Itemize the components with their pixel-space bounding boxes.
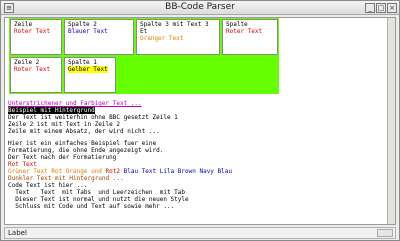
table-cell: Zeile Roter Text: [10, 19, 62, 55]
cell-text: Roter Text: [226, 28, 263, 35]
cell-text: Oranger Text: [140, 35, 184, 42]
table-cell: Spalte 3 mit Text 3 Et Oranger Text: [136, 19, 220, 55]
cell-title: Spalte 1: [68, 59, 97, 66]
cell-title: Zeile: [14, 21, 33, 28]
close-icon[interactable]: ×: [387, 3, 397, 13]
text-line: Text Text mit Tabs und Leerzeichen mit T…: [8, 189, 186, 196]
cell-text: Gelber Text: [68, 66, 108, 73]
text-lines: Unterstrichener und Farbiger Text ... Be…: [8, 100, 392, 210]
text-line: Dunkler Text mit Hintergrund ...: [8, 175, 124, 182]
maximize-icon[interactable]: □: [376, 3, 386, 13]
cell-text: Blauer Text: [68, 28, 108, 35]
cell-title: Spalte 3 mit Text 3 Et: [140, 21, 209, 35]
text-line: Zeile 2 ist mit Text in Zeile 2: [8, 121, 120, 128]
text-view[interactable]: Zeile Roter Text Spalte 2 Blauer Text Sp…: [4, 17, 396, 225]
text-line: Zeile mit einem Absatz, der wird nicht .…: [8, 128, 160, 135]
text-line: Der Text ist weiterhin ohne BBC gesetzt …: [8, 114, 178, 121]
status-bar: Label: [4, 227, 396, 239]
text-line: Unterstrichener und Farbiger Text ...: [8, 100, 142, 107]
text-line: Code Text ist hier ...: [8, 182, 88, 189]
text-line: Dieser Text ist normal und nutzt die neu…: [8, 196, 189, 203]
cell-title: Spalte: [226, 21, 248, 28]
bbcode-table: Zeile Roter Text Spalte 2 Blauer Text Sp…: [9, 18, 279, 94]
text-line: Blau Text Lila Brown Navy Blau: [123, 168, 232, 175]
text-line: Schluss mit Code und Text auf sowie mehr…: [8, 203, 175, 210]
app-window: ≡ BB-Code Parser _ □ × Zeile Roter Text …: [0, 0, 400, 241]
text-line: Formatierung, die ohne Ende angezeigt wi…: [8, 147, 164, 154]
text-line: Hier ist ein einfaches Beispiel fuer ein…: [8, 140, 157, 147]
vertical-scrollbar[interactable]: [387, 18, 395, 224]
table-cell: Zeile 2 Roter Text: [10, 57, 62, 93]
window-title: BB-Code Parser: [165, 2, 235, 12]
cell-text: Roter Text: [14, 66, 51, 73]
title-bar[interactable]: ≡ BB-Code Parser _ □ ×: [1, 1, 399, 15]
text-line: Rot2: [105, 168, 124, 175]
text-line: Rot Text: [8, 161, 37, 168]
status-label: Label: [8, 229, 27, 237]
cell-text: Roter Text: [14, 28, 51, 35]
table-cell: Spalte Roter Text: [222, 19, 278, 55]
cell-title: Spalte 2: [68, 21, 97, 28]
text-line: Der Text nach der Formatierung: [8, 154, 117, 161]
status-indicator: [377, 229, 393, 237]
table-cell: Spalte 1 Gelber Text: [64, 57, 116, 93]
minimize-icon[interactable]: _: [365, 3, 375, 13]
text-line: Grüner Text Rot Orange und: [8, 168, 106, 175]
cell-title: Zeile 2: [14, 59, 40, 66]
table-cell: Spalte 2 Blauer Text: [64, 19, 134, 55]
text-line: Beispiel mit Hintergrund: [8, 107, 95, 114]
